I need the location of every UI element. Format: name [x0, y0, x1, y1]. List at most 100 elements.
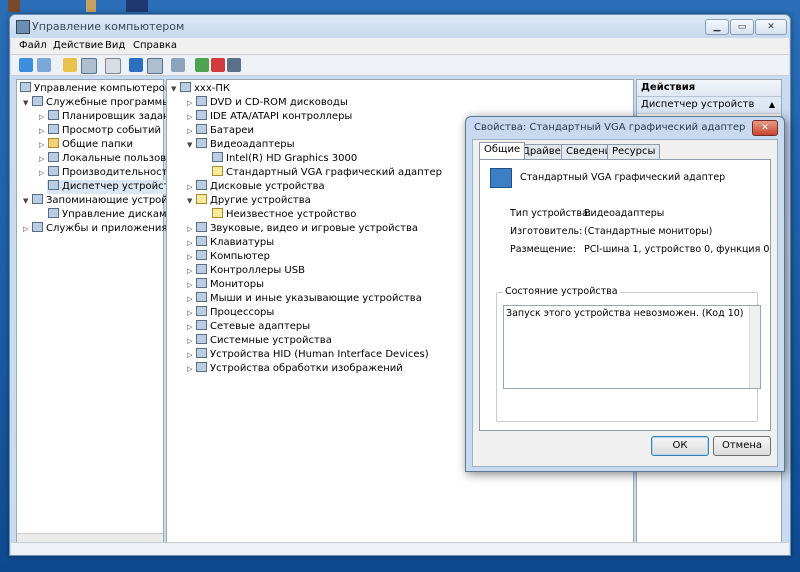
expand-arrow-icon[interactable]: ▷ [39, 138, 47, 152]
dialog-close-button[interactable]: ✕ [752, 120, 778, 136]
desktop-shortcut-icon[interactable] [86, 0, 96, 12]
device-status-textbox[interactable]: Запуск этого устройства невозможен. (Код… [503, 305, 761, 389]
device-category-display-adapters[interactable]: ▼ Видеоадаптеры [187, 138, 294, 152]
usb-icon [196, 264, 207, 274]
help-icon[interactable] [129, 58, 143, 72]
expand-arrow-icon[interactable]: ▷ [39, 124, 47, 138]
device-category-other[interactable]: ▼ Другие устройства [187, 194, 311, 208]
expand-arrow-icon[interactable]: ▼ [23, 96, 31, 110]
expand-arrow-icon[interactable]: ▼ [187, 138, 195, 152]
device-standard-vga[interactable]: Стандартный VGA графический адаптер [211, 166, 442, 180]
expand-arrow-icon[interactable]: ▷ [187, 222, 195, 236]
expand-arrow-icon[interactable]: ▷ [187, 334, 195, 348]
maximize-button[interactable]: ▭ [730, 19, 754, 35]
device-category-hid[interactable]: ▷ Устройства HID (Human Interface Devices… [187, 348, 429, 362]
tab-resources[interactable]: Ресурсы [607, 144, 661, 159]
expand-arrow-icon[interactable]: ▷ [187, 362, 195, 376]
device-category-sound[interactable]: ▷ Звуковые, видео и игровые устройства [187, 222, 418, 236]
minimize-button[interactable]: ▁ [705, 19, 729, 35]
device-category-ide[interactable]: ▷ IDE ATA/ATAPI контроллеры [187, 110, 352, 124]
expand-arrow-icon[interactable]: ▷ [187, 236, 195, 250]
tree-item-label: Процессоры [210, 307, 275, 318]
expand-arrow-icon[interactable]: ▷ [187, 264, 195, 278]
expand-arrow-icon[interactable]: ▷ [187, 348, 195, 362]
tree-item-shared-folders[interactable]: ▷ Общие папки [39, 138, 133, 152]
update-driver-icon[interactable] [195, 58, 209, 72]
tree-item-system-tools[interactable]: ▼ Служебные программы [23, 96, 170, 110]
expand-arrow-icon[interactable]: ▼ [171, 82, 179, 96]
expand-arrow-icon[interactable]: ▷ [187, 250, 195, 264]
ok-button[interactable]: ОК [651, 436, 709, 456]
dialog-title: Свойства: Стандартный VGA графический ад… [474, 122, 746, 133]
disable-device-icon[interactable] [227, 58, 241, 72]
tree-item-label: Мыши и иные указывающие устройства [210, 293, 422, 304]
tree-item-disk-management[interactable]: Управление дисками [47, 208, 173, 222]
tree-item-storage[interactable]: ▼ Запоминающие устройств [23, 194, 185, 208]
tab-general[interactable]: Общие [479, 142, 526, 159]
expand-arrow-icon[interactable]: ▷ [39, 166, 47, 180]
expand-arrow-icon[interactable]: ▷ [187, 292, 195, 306]
tree-item-local-users[interactable]: ▷ Локальные пользовато [39, 152, 184, 166]
device-category-computer[interactable]: ▷ Компьютер [187, 250, 270, 264]
expand-arrow-icon[interactable]: ▼ [187, 194, 195, 208]
tree-item-label: IDE ATA/ATAPI контроллеры [210, 111, 353, 122]
status-bar [11, 542, 789, 555]
cancel-button[interactable]: Отмена [713, 436, 771, 456]
device-category-disk-drives[interactable]: ▷ Дисковые устройства [187, 180, 325, 194]
hid-icon [196, 348, 207, 358]
device-category-system[interactable]: ▷ Системные устройства [187, 334, 332, 348]
desktop-shortcut-icon[interactable] [126, 0, 148, 12]
device-unknown[interactable]: Неизвестное устройство [211, 208, 356, 222]
expand-arrow-icon[interactable]: ▷ [187, 96, 195, 110]
menu-view[interactable]: Вид [105, 40, 125, 51]
uninstall-device-icon[interactable] [211, 58, 225, 72]
tree-item-services-apps[interactable]: ▷ Службы и приложения [23, 222, 167, 236]
device-category-network[interactable]: ▷ Сетевые адаптеры [187, 320, 310, 334]
tree-item-task-scheduler[interactable]: ▷ Планировщик заданий [39, 110, 183, 124]
tree-item-event-viewer[interactable]: ▷ Просмотр событий [39, 124, 161, 138]
device-type-value: Видеоадаптеры [584, 208, 665, 219]
device-intel-hd-graphics[interactable]: Intel(R) HD Graphics 3000 [211, 152, 357, 166]
expand-arrow-icon[interactable]: ▷ [39, 152, 47, 166]
back-arrow-icon[interactable] [19, 58, 33, 72]
vertical-scrollbar[interactable] [749, 306, 760, 388]
menu-action[interactable]: Действие [53, 40, 103, 51]
desktop-shortcut-icon[interactable] [8, 0, 20, 12]
menu-file[interactable]: Файл [19, 40, 47, 51]
device-category-imaging[interactable]: ▷ Устройства обработки изображений [187, 362, 403, 376]
warning-display-adapter-icon [212, 166, 223, 176]
up-folder-icon[interactable] [63, 58, 77, 72]
tree-root-computer-management[interactable]: Управление компьютером (л [19, 82, 186, 96]
actions-device-manager-section[interactable]: Диспетчер устройств ▲ [637, 97, 781, 114]
expand-arrow-icon[interactable]: ▷ [187, 306, 195, 320]
tree-item-label: Производительность [62, 167, 174, 178]
scan-hardware-icon[interactable] [171, 58, 185, 72]
tree-item-device-manager[interactable]: Диспетчер устройств [47, 180, 176, 194]
expand-arrow-icon[interactable]: ▷ [187, 278, 195, 292]
forward-arrow-icon[interactable] [37, 58, 51, 72]
device-category-usb[interactable]: ▷ Контроллеры USB [187, 264, 305, 278]
show-hide-tree-icon[interactable] [81, 58, 97, 74]
device-category-dvd[interactable]: ▷ DVD и CD-ROM дисководы [187, 96, 348, 110]
device-root[interactable]: ▼ xxx-ПК [171, 82, 230, 96]
expand-arrow-icon[interactable]: ▼ [23, 194, 31, 208]
expand-arrow-icon[interactable]: ▷ [187, 180, 195, 194]
menu-help[interactable]: Справка [133, 40, 177, 51]
expand-arrow-icon[interactable]: ▷ [187, 124, 195, 138]
collapse-arrow-icon[interactable]: ▲ [769, 97, 775, 113]
properties-icon[interactable] [105, 58, 121, 74]
device-category-mice[interactable]: ▷ Мыши и иные указывающие устройства [187, 292, 422, 306]
mouse-icon [196, 292, 207, 302]
tree-item-performance[interactable]: ▷ Производительность [39, 166, 173, 180]
close-button[interactable]: ✕ [755, 19, 787, 35]
device-category-monitors[interactable]: ▷ Мониторы [187, 278, 264, 292]
console-icon[interactable] [147, 58, 163, 74]
expand-arrow-icon[interactable]: ▷ [187, 320, 195, 334]
device-category-keyboards[interactable]: ▷ Клавиатуры [187, 236, 274, 250]
expand-arrow-icon[interactable]: ▷ [39, 110, 47, 124]
title-bar[interactable]: Управление компьютером ▁ ▭ ✕ [10, 15, 790, 37]
expand-arrow-icon[interactable]: ▷ [23, 222, 31, 236]
device-category-batteries[interactable]: ▷ Батареи [187, 124, 254, 138]
expand-arrow-icon[interactable]: ▷ [187, 110, 195, 124]
device-category-processors[interactable]: ▷ Процессоры [187, 306, 274, 320]
